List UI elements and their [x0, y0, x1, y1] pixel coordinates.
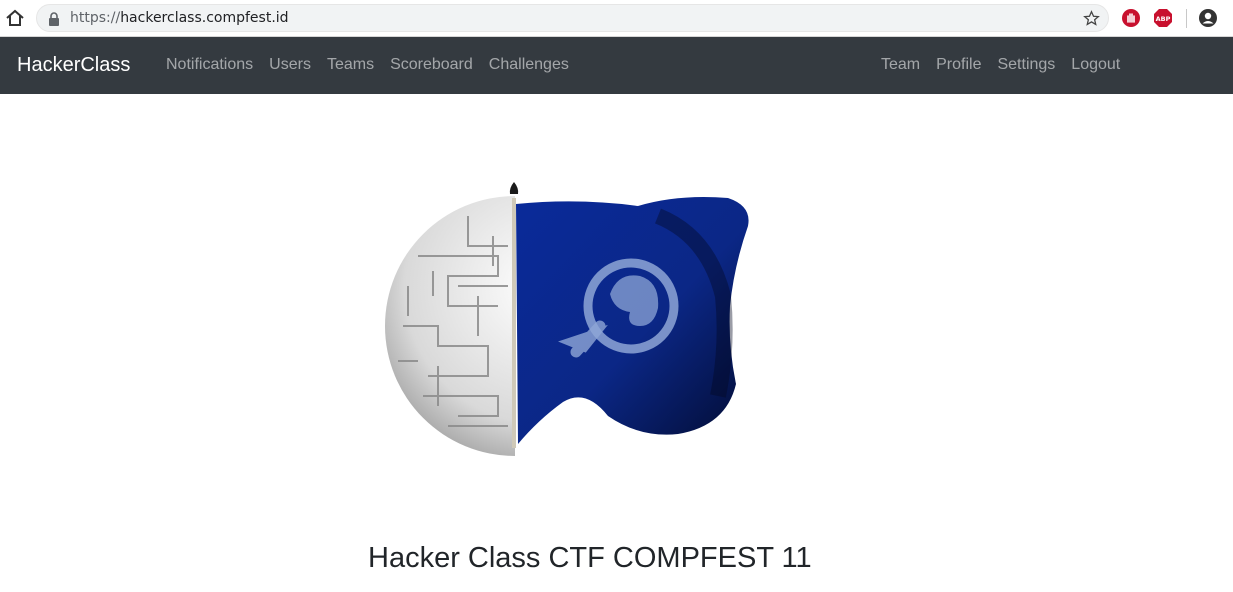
nav-team[interactable]: Team: [881, 56, 920, 74]
svg-text:ABP: ABP: [1156, 15, 1171, 23]
abp-icon[interactable]: ABP: [1153, 8, 1173, 28]
nav-users[interactable]: Users: [269, 56, 311, 74]
top-navbar: HackerClass Notifications Users Teams Sc…: [0, 37, 1233, 94]
home-icon[interactable]: [4, 7, 26, 29]
toolbar-divider: [1186, 9, 1187, 28]
account-icon[interactable]: [1198, 8, 1218, 28]
nav-profile[interactable]: Profile: [936, 56, 981, 74]
browser-toolbar: https://hackerclass.compfest.id ABP: [0, 0, 1233, 37]
page-title: Hacker Class CTF COMPFEST 11: [368, 542, 812, 574]
nav-notifications[interactable]: Notifications: [166, 56, 253, 74]
url-text: https://hackerclass.compfest.id: [70, 10, 289, 26]
star-icon[interactable]: [1083, 10, 1100, 27]
nav-settings[interactable]: Settings: [997, 56, 1055, 74]
address-bar[interactable]: https://hackerclass.compfest.id: [36, 4, 1109, 32]
lock-icon: [49, 12, 59, 26]
nav-scoreboard[interactable]: Scoreboard: [390, 56, 473, 74]
nav-challenges[interactable]: Challenges: [489, 56, 569, 74]
nav-logout[interactable]: Logout: [1071, 56, 1120, 74]
hackerclass-logo: [385, 182, 749, 456]
nav-right: Team Profile Settings Logout: [881, 56, 1120, 74]
nav-left: Notifications Users Teams Scoreboard Cha…: [166, 56, 569, 74]
hand-stop-icon[interactable]: [1121, 8, 1141, 28]
nav-teams[interactable]: Teams: [327, 56, 374, 74]
brand-link[interactable]: HackerClass: [17, 54, 130, 77]
